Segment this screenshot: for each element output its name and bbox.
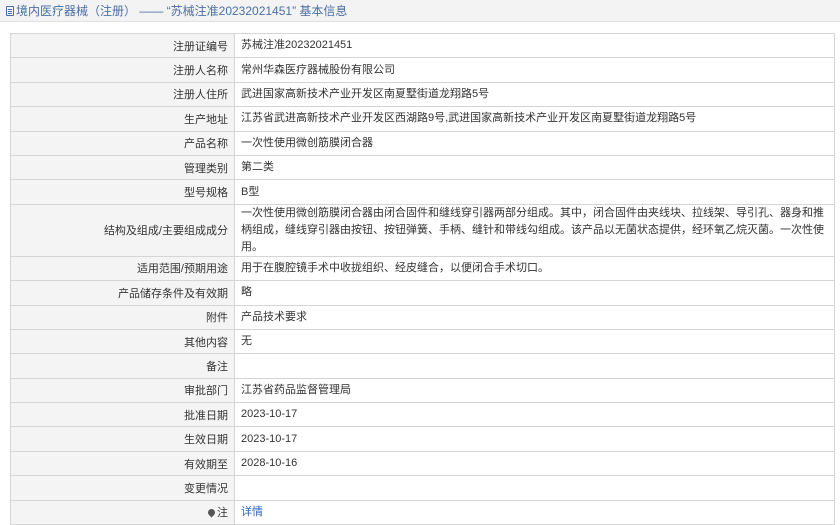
- row-label-product-name: 产品名称: [10, 130, 235, 156]
- table-row: 附件 产品技术要求: [10, 304, 835, 330]
- note-label: 注: [217, 507, 228, 520]
- row-value-approval-date: 2023-10-17: [234, 402, 835, 428]
- table-row: 型号规格 B型: [10, 179, 835, 205]
- table-row: 管理类别 第二类: [10, 154, 835, 181]
- row-value-model-spec: B型: [234, 179, 835, 205]
- row-value-structure: 一次性使用微创筋膜闭合器由闭合固件和缝线穿引器两部分组成。其中，闭合固件由夹线块…: [234, 203, 835, 257]
- row-value-remarks: [234, 353, 835, 379]
- row-label-registrant-name: 注册人名称: [10, 57, 235, 83]
- row-value-production-address: 江苏省武进高新技术产业开发区西湖路9号,武进国家高新技术产业开发区南夏墅街道龙翔…: [234, 106, 835, 132]
- table-row: 批准日期 2023-10-17: [10, 402, 835, 428]
- row-value-other: 无: [234, 328, 835, 355]
- page-title: 境内医疗器械（注册） —— “苏械注准20232021451” 基本信息: [16, 4, 348, 18]
- row-label-approval-dept: 审批部门: [10, 377, 235, 404]
- table-row: 产品名称 一次性使用微创筋膜闭合器: [10, 130, 835, 156]
- row-value-product-name: 一次性使用微创筋膜闭合器: [234, 130, 835, 156]
- table-row: 其他内容 无: [10, 328, 835, 355]
- row-label-note: 注: [10, 499, 235, 525]
- page-header: 境内医疗器械（注册） —— “苏械注准20232021451” 基本信息: [0, 0, 840, 22]
- table-row: 注 详情: [10, 499, 835, 525]
- table-row: 注册人名称 常州华森医疗器械股份有限公司: [10, 57, 835, 83]
- row-label-storage: 产品储存条件及有效期: [10, 280, 235, 306]
- row-value-intended-use: 用于在腹腔镜手术中收拢组织、经皮缝合，以便闭合手术切口。: [234, 255, 835, 282]
- row-value-effective-date: 2023-10-17: [234, 426, 835, 452]
- row-label-model-spec: 型号规格: [10, 179, 235, 205]
- table-row: 变更情况: [10, 475, 835, 501]
- row-value-attachment: 产品技术要求: [234, 304, 835, 330]
- row-value-changes: [234, 475, 835, 501]
- row-value-approval-dept: 江苏省药品监督管理局: [234, 377, 835, 404]
- table-row: 产品储存条件及有效期 略: [10, 280, 835, 306]
- row-label-registration-number: 注册证编号: [10, 32, 235, 59]
- row-label-changes: 变更情况: [10, 475, 235, 501]
- row-label-management-class: 管理类别: [10, 154, 235, 181]
- table-row: 注册人住所 武进国家高新技术产业开发区南夏墅街道龙翔路5号: [10, 81, 835, 108]
- row-value-note: 详情: [234, 499, 835, 525]
- row-value-storage: 略: [234, 280, 835, 306]
- document-icon: [6, 6, 14, 16]
- row-label-effective-date: 生效日期: [10, 426, 235, 452]
- table-row: 备注: [10, 353, 835, 379]
- row-label-attachment: 附件: [10, 304, 235, 330]
- row-label-intended-use: 适用范围/预期用途: [10, 255, 235, 282]
- row-value-registration-number: 苏械注准20232021451: [234, 32, 835, 59]
- table-row: 适用范围/预期用途 用于在腹腔镜手术中收拢组织、经皮缝合，以便闭合手术切口。: [10, 255, 835, 282]
- table-row: 结构及组成/主要组成成分 一次性使用微创筋膜闭合器由闭合固件和缝线穿引器两部分组…: [10, 203, 835, 257]
- row-value-registrant-name: 常州华森医疗器械股份有限公司: [234, 57, 835, 83]
- row-label-valid-until: 有效期至: [10, 450, 235, 477]
- row-value-registrant-address: 武进国家高新技术产业开发区南夏墅街道龙翔路5号: [234, 81, 835, 108]
- row-label-remarks: 备注: [10, 353, 235, 379]
- table-row: 生效日期 2023-10-17: [10, 426, 835, 452]
- pin-icon: [206, 507, 217, 518]
- table-row: 生产地址 江苏省武进高新技术产业开发区西湖路9号,武进国家高新技术产业开发区南夏…: [10, 106, 835, 132]
- table-row: 审批部门 江苏省药品监督管理局: [10, 377, 835, 404]
- row-value-management-class: 第二类: [234, 154, 835, 181]
- row-label-structure: 结构及组成/主要组成成分: [10, 203, 235, 257]
- row-label-registrant-address: 注册人住所: [10, 81, 235, 108]
- info-table: 注册证编号 苏械注准20232021451 注册人名称 常州华森医疗器械股份有限…: [10, 32, 835, 525]
- row-label-approval-date: 批准日期: [10, 402, 235, 428]
- row-value-valid-until: 2028-10-16: [234, 450, 835, 477]
- table-row: 有效期至 2028-10-16: [10, 450, 835, 477]
- details-link[interactable]: 详情: [241, 506, 263, 518]
- table-row: 注册证编号 苏械注准20232021451: [10, 32, 835, 59]
- row-label-other: 其他内容: [10, 328, 235, 355]
- row-label-production-address: 生产地址: [10, 106, 235, 132]
